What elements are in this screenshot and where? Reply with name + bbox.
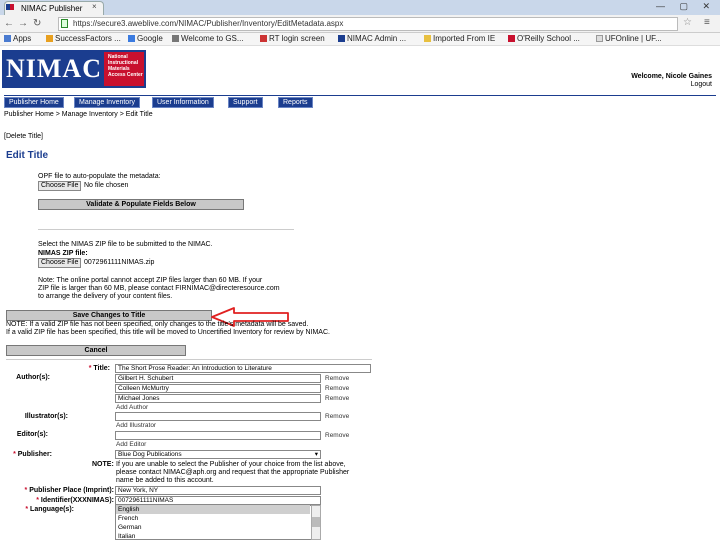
zip-label: NIMAS ZIP file: — [38, 250, 88, 257]
tab-publisher-home[interactable]: Publisher Home — [4, 97, 64, 108]
language-option-english[interactable]: English — [116, 505, 310, 514]
bookmark-nimac-admin[interactable]: NIMAC Admin ... — [338, 34, 406, 43]
save-note-1: NOTE: If a valid ZIP file has not been s… — [6, 321, 309, 328]
tab-manage-inventory[interactable]: Manage Inventory — [74, 97, 141, 108]
apps-icon — [4, 35, 11, 42]
chevron-down-icon: ▾ — [314, 451, 318, 458]
editor-input[interactable] — [115, 431, 321, 440]
section-divider — [38, 229, 294, 230]
add-editor-link[interactable]: Add Editor — [116, 441, 146, 448]
add-author-link[interactable]: Add Author — [116, 404, 148, 411]
editor-label: Editor(s): — [16, 431, 48, 438]
bookmark-oreilly[interactable]: O'Reilly School ... — [508, 34, 580, 43]
star-icon[interactable]: ☆ — [683, 17, 692, 28]
browser-tab[interactable]: NIMAC Publisher — [4, 1, 104, 15]
language-option-french[interactable]: French — [116, 514, 310, 523]
zip-choose-file-button[interactable]: Choose File — [38, 258, 82, 268]
bookmark-icon — [260, 35, 267, 42]
page-icon — [596, 35, 603, 42]
illustrator-input[interactable] — [115, 412, 321, 421]
opf-label: OPF file to auto-populate the metadata: — [38, 173, 161, 180]
publisher-place-input[interactable]: New York, NY — [115, 486, 321, 495]
reload-icon[interactable]: ↻ — [33, 18, 41, 29]
page-title: Edit Title — [6, 150, 49, 161]
bookmark-rt-login[interactable]: RT login screen — [260, 34, 325, 43]
author-input-1[interactable]: Gilbert H. Schubert — [115, 374, 321, 383]
welcome-message: Welcome, Nicole Gaines — [631, 73, 712, 80]
title-label: * Title: — [88, 365, 110, 372]
publisher-select[interactable]: Blue Dog Publications ▾ — [115, 450, 321, 459]
opf-file-status: No file chosen — [84, 182, 129, 189]
zip-instruction: Select the NIMAS ZIP file to be submitte… — [38, 241, 213, 248]
tab-user-information[interactable]: User Information — [152, 97, 214, 108]
cancel-button[interactable]: Cancel — [6, 345, 186, 356]
add-illustrator-link[interactable]: Add Illustrator — [116, 422, 156, 429]
zip-note-2: ZIP file is larger than 60 MB, please co… — [38, 285, 280, 292]
forward-icon[interactable]: → — [18, 18, 28, 29]
save-changes-button[interactable]: Save Changes to Title — [6, 310, 212, 321]
lock-icon — [61, 19, 68, 28]
google-icon — [128, 35, 135, 42]
flag-icon — [6, 4, 14, 10]
publisher-note-3: name be added to this account. — [116, 477, 214, 484]
author-input-3[interactable]: Michael Jones — [115, 394, 321, 403]
illustrator-label: Illustrator(s): — [24, 413, 68, 420]
title-input[interactable]: The Short Prose Reader: An Introduction … — [115, 364, 371, 373]
publisher-label: * Publisher: — [13, 451, 52, 458]
delete-title-link[interactable]: [Delete Title] — [4, 133, 43, 140]
publisher-note-2: please contact NIMAC@aph.org and request… — [116, 469, 350, 476]
remove-author-3[interactable]: Remove — [325, 395, 349, 402]
logo-text: NIMAC — [4, 52, 104, 86]
bookmark-icon — [46, 35, 53, 42]
zip-note-1: Note: The online portal cannot accept ZI… — [38, 277, 263, 284]
opf-choose-file-button[interactable]: Choose File — [38, 181, 82, 191]
remove-editor[interactable]: Remove — [325, 432, 349, 439]
zip-filename: 0072961111NIMAS.zip — [84, 259, 155, 266]
bookmark-apps[interactable]: Apps — [4, 34, 31, 43]
menu-icon[interactable]: ≡ — [704, 17, 710, 28]
flag-icon — [338, 35, 345, 42]
identifier-input[interactable]: 0072961111NIMAS — [115, 496, 321, 505]
folder-icon — [424, 35, 431, 42]
form-divider — [6, 359, 372, 360]
bookmark-ufonline[interactable]: UFOnline | UF... — [596, 34, 662, 43]
language-scroll-thumb[interactable] — [312, 517, 320, 527]
remove-author-1[interactable]: Remove — [325, 375, 349, 382]
validate-populate-button[interactable]: Validate & Populate Fields Below — [38, 199, 244, 210]
tab-reports[interactable]: Reports — [278, 97, 313, 108]
identifier-label: * Identifier(XXXNIMAS): — [36, 497, 114, 504]
logout-link[interactable]: Logout — [691, 81, 712, 88]
tab-title: NIMAC Publisher — [21, 4, 83, 13]
tab-close-icon[interactable]: × — [92, 2, 97, 11]
logo-subtitle: National Instructional Materials Access … — [108, 54, 143, 78]
publisher-place-label: * Publisher Place (Imprint): — [24, 487, 114, 494]
bookmark-imported-ie[interactable]: Imported From IE — [424, 34, 495, 43]
tab-support[interactable]: Support — [228, 97, 263, 108]
language-option-italian[interactable]: Italian — [116, 532, 310, 540]
remove-illustrator[interactable]: Remove — [325, 413, 349, 420]
nav-divider — [4, 95, 716, 96]
bookmark-successfactors[interactable]: SuccessFactors ... — [46, 34, 121, 43]
author-label: Author(s): — [16, 374, 50, 381]
save-note-2: If a valid ZIP file has been specified, … — [6, 329, 330, 336]
author-input-2[interactable]: Colleen McMurtry — [115, 384, 321, 393]
language-label: * Language(s): — [25, 506, 74, 513]
bookmark-google[interactable]: Google — [128, 34, 163, 43]
publisher-note-lead: NOTE: — [92, 461, 114, 468]
bookmark-gs[interactable]: Welcome to GS... — [172, 34, 244, 43]
bookmark-icon — [508, 35, 515, 42]
zip-note-3: to arrange the delivery of your content … — [38, 293, 173, 300]
publisher-note-1: If you are unable to select the Publishe… — [116, 461, 346, 468]
breadcrumb: Publisher Home > Manage Inventory > Edit… — [4, 111, 153, 118]
back-icon[interactable]: ← — [4, 18, 14, 29]
window-controls[interactable]: — ▢ ✕ — [656, 1, 716, 12]
address-bar[interactable]: https://secure3.aweblive.com/NIMAC/Publi… — [58, 17, 678, 31]
bookmark-icon — [172, 35, 179, 42]
language-option-german[interactable]: German — [116, 523, 310, 532]
remove-author-2[interactable]: Remove — [325, 385, 349, 392]
browser-tab-bar — [0, 0, 720, 15]
